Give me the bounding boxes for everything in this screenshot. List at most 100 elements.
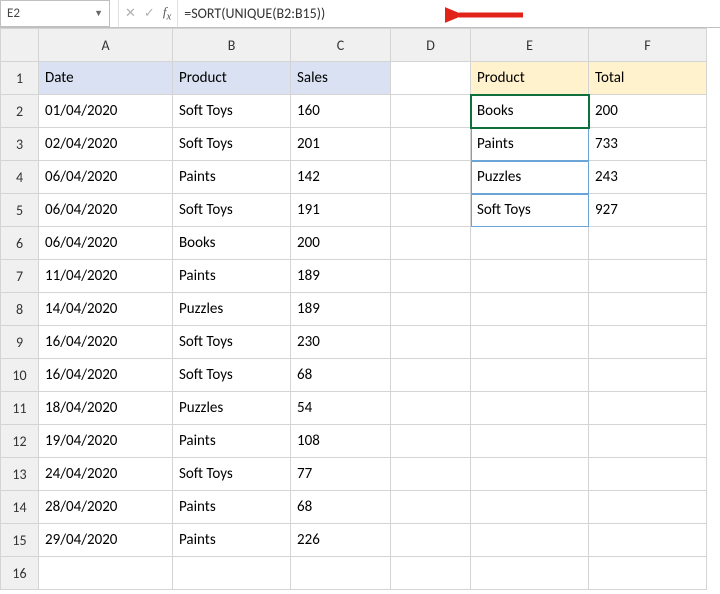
cell-F12[interactable] — [589, 425, 707, 458]
cell-F3[interactable]: 733 — [589, 128, 707, 161]
cell-C1[interactable]: Sales — [291, 62, 391, 95]
name-box[interactable]: E2 ▼ — [0, 0, 110, 27]
cell-E16[interactable] — [471, 557, 589, 590]
cell-E10[interactable] — [471, 359, 589, 392]
cell-C8[interactable]: 189 — [291, 293, 391, 326]
cell-F16[interactable] — [589, 557, 707, 590]
row-header-16[interactable]: 16 — [1, 557, 39, 590]
cell-C10[interactable]: 68 — [291, 359, 391, 392]
cell-C16[interactable] — [291, 557, 391, 590]
col-header-E[interactable]: E — [471, 29, 589, 62]
row-header-8[interactable]: 8 — [1, 293, 39, 326]
col-header-C[interactable]: C — [291, 29, 391, 62]
cell-A2[interactable]: 01/04/2020 — [39, 95, 173, 128]
cell-F5[interactable]: 927 — [589, 194, 707, 227]
cell-B7[interactable]: Paints — [173, 260, 291, 293]
cell-C4[interactable]: 142 — [291, 161, 391, 194]
cell-B3[interactable]: Soft Toys — [173, 128, 291, 161]
cell-C14[interactable]: 68 — [291, 491, 391, 524]
row-header-13[interactable]: 13 — [1, 458, 39, 491]
cell-A1[interactable]: Date — [39, 62, 173, 95]
cell-D11[interactable] — [391, 392, 471, 425]
cell-D4[interactable] — [391, 161, 471, 194]
cell-C12[interactable]: 108 — [291, 425, 391, 458]
row-header-9[interactable]: 9 — [1, 326, 39, 359]
cell-A4[interactable]: 06/04/2020 — [39, 161, 173, 194]
cell-E9[interactable] — [471, 326, 589, 359]
cell-C9[interactable]: 230 — [291, 326, 391, 359]
cell-D5[interactable] — [391, 194, 471, 227]
row-header-6[interactable]: 6 — [1, 227, 39, 260]
row-header-15[interactable]: 15 — [1, 524, 39, 557]
cell-A16[interactable] — [39, 557, 173, 590]
cell-A12[interactable]: 19/04/2020 — [39, 425, 173, 458]
cell-C15[interactable]: 226 — [291, 524, 391, 557]
cell-B11[interactable]: Puzzles — [173, 392, 291, 425]
cell-B2[interactable]: Soft Toys — [173, 95, 291, 128]
cell-E8[interactable] — [471, 293, 589, 326]
cell-C7[interactable]: 189 — [291, 260, 391, 293]
cell-A5[interactable]: 06/04/2020 — [39, 194, 173, 227]
cell-F9[interactable] — [589, 326, 707, 359]
cell-F2[interactable]: 200 — [589, 95, 707, 128]
cell-E3[interactable]: Paints — [471, 128, 589, 161]
formula-input[interactable]: =SORT(UNIQUE(B2:B15)) — [177, 0, 720, 27]
cell-D13[interactable] — [391, 458, 471, 491]
cell-E2[interactable]: Books — [471, 95, 589, 128]
cell-D16[interactable] — [391, 557, 471, 590]
cell-D8[interactable] — [391, 293, 471, 326]
col-header-D[interactable]: D — [391, 29, 471, 62]
cell-D6[interactable] — [391, 227, 471, 260]
cell-A7[interactable]: 11/04/2020 — [39, 260, 173, 293]
cell-B10[interactable]: Soft Toys — [173, 359, 291, 392]
cell-D1[interactable] — [391, 62, 471, 95]
cell-F15[interactable] — [589, 524, 707, 557]
cell-F10[interactable] — [589, 359, 707, 392]
cell-B15[interactable]: Paints — [173, 524, 291, 557]
cell-B14[interactable]: Paints — [173, 491, 291, 524]
row-header-10[interactable]: 10 — [1, 359, 39, 392]
col-header-F[interactable]: F — [589, 29, 707, 62]
cell-F1[interactable]: Total — [589, 62, 707, 95]
spreadsheet-grid[interactable]: A B C D E F 1DateProductSalesProductTota… — [0, 28, 707, 590]
cell-B5[interactable]: Soft Toys — [173, 194, 291, 227]
cell-A9[interactable]: 16/04/2020 — [39, 326, 173, 359]
cell-C5[interactable]: 191 — [291, 194, 391, 227]
row-header-12[interactable]: 12 — [1, 425, 39, 458]
row-header-11[interactable]: 11 — [1, 392, 39, 425]
col-header-A[interactable]: A — [39, 29, 173, 62]
cell-E4[interactable]: Puzzles — [471, 161, 589, 194]
cell-C13[interactable]: 77 — [291, 458, 391, 491]
cell-A15[interactable]: 29/04/2020 — [39, 524, 173, 557]
cell-D10[interactable] — [391, 359, 471, 392]
cell-B13[interactable]: Soft Toys — [173, 458, 291, 491]
cell-F14[interactable] — [589, 491, 707, 524]
name-box-dropdown-icon[interactable]: ▼ — [94, 8, 103, 19]
cell-F7[interactable] — [589, 260, 707, 293]
cell-E15[interactable] — [471, 524, 589, 557]
row-header-3[interactable]: 3 — [1, 128, 39, 161]
col-header-B[interactable]: B — [173, 29, 291, 62]
cell-F11[interactable] — [589, 392, 707, 425]
cell-E1[interactable]: Product — [471, 62, 589, 95]
cell-F6[interactable] — [589, 227, 707, 260]
cell-A10[interactable]: 16/04/2020 — [39, 359, 173, 392]
row-header-2[interactable]: 2 — [1, 95, 39, 128]
row-header-5[interactable]: 5 — [1, 194, 39, 227]
cell-F4[interactable]: 243 — [589, 161, 707, 194]
cell-B1[interactable]: Product — [173, 62, 291, 95]
cell-E7[interactable] — [471, 260, 589, 293]
cell-A8[interactable]: 14/04/2020 — [39, 293, 173, 326]
row-header-4[interactable]: 4 — [1, 161, 39, 194]
cell-C3[interactable]: 201 — [291, 128, 391, 161]
select-all-corner[interactable] — [1, 29, 39, 62]
cell-D3[interactable] — [391, 128, 471, 161]
cell-C2[interactable]: 160 — [291, 95, 391, 128]
cell-B9[interactable]: Soft Toys — [173, 326, 291, 359]
cell-A6[interactable]: 06/04/2020 — [39, 227, 173, 260]
cell-A13[interactable]: 24/04/2020 — [39, 458, 173, 491]
cell-B16[interactable] — [173, 557, 291, 590]
cell-D15[interactable] — [391, 524, 471, 557]
cell-D9[interactable] — [391, 326, 471, 359]
cell-C11[interactable]: 54 — [291, 392, 391, 425]
